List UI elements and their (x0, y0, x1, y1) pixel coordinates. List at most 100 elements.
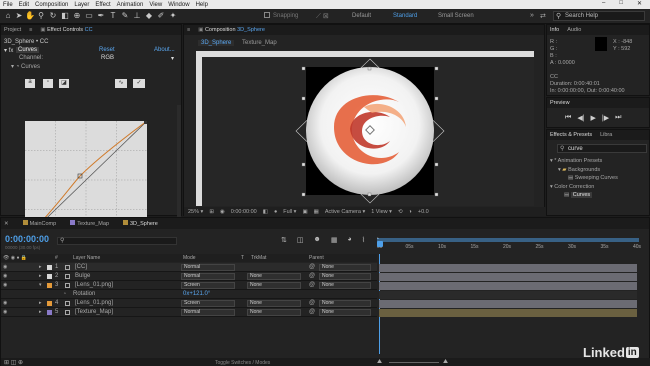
workspace-default[interactable]: Default (352, 13, 371, 19)
footer-toggle-icons[interactable]: ⊞ ◫ ⊕ (4, 359, 23, 366)
fast-preview-icon[interactable]: ⟲ (398, 209, 403, 215)
sphere-render[interactable] (294, 57, 446, 205)
visibility-eye-icon[interactable]: ◉ (3, 273, 7, 279)
composition-menu-icon[interactable]: ≡ (187, 27, 190, 33)
layer-row[interactable]: ◉ ▸ 1 [CC] Normal @ None (1, 263, 377, 272)
draft-3d-icon[interactable]: ◫ (297, 236, 304, 244)
tree-sweeping-curves[interactable]: ▤ Sweeping Curves (550, 174, 618, 183)
pen-tool-icon[interactable]: ✒ (96, 11, 106, 21)
shy-layers-icon[interactable]: ☻ (314, 236, 321, 244)
visibility-eye-icon[interactable]: ◉ (3, 309, 7, 315)
frame-blending-icon[interactable]: ▦ (331, 236, 338, 244)
play-icon[interactable]: ▶ (591, 114, 596, 122)
type-tool-icon[interactable]: T (108, 11, 118, 21)
menu-animation[interactable]: Animation (117, 2, 144, 8)
stopwatch-icon[interactable]: ◔ (63, 291, 66, 297)
label-color-chip[interactable] (47, 274, 52, 279)
workspace-standard[interactable]: Standard (393, 13, 417, 19)
camera-dropdown[interactable]: Active Camera ▾ (325, 209, 365, 215)
transparency-grid-icon[interactable]: ▦ (314, 209, 319, 215)
layer-name[interactable]: [Lens_01.png] (75, 282, 175, 289)
effect-reset-link[interactable]: Reset (99, 47, 115, 53)
layer-mode-dropdown[interactable]: Screen (181, 300, 235, 307)
tab-maincomp[interactable]: MainComp (22, 220, 56, 227)
tab-project[interactable]: Project (4, 27, 21, 33)
menu-view[interactable]: View (149, 2, 162, 8)
column-layer-name[interactable]: Layer Name (73, 255, 100, 261)
region-of-interest-icon[interactable]: ▣ (302, 209, 307, 215)
timeline-close-icon[interactable]: ✕ (4, 221, 9, 227)
layer-trkmat-dropdown[interactable]: None (247, 273, 301, 280)
layer-trkmat-dropdown[interactable]: None (247, 300, 301, 307)
zoom-out-icon[interactable]: ⛰ (377, 359, 382, 366)
menu-composition[interactable]: Composition (35, 2, 68, 8)
rectangle-tool-icon[interactable]: ▭ (84, 11, 94, 21)
timeline-zoom-slider[interactable] (389, 362, 439, 363)
color-channel-icon[interactable]: ● (274, 209, 277, 215)
composition-viewer[interactable] (196, 51, 534, 206)
workspace-menu-icon[interactable]: » (530, 12, 534, 19)
comp-subtab-3d-sphere[interactable]: 3D_Sphere (198, 40, 235, 46)
column-trkmat[interactable]: TrkMat (251, 255, 266, 261)
brush-tool-icon[interactable]: ✎ (120, 11, 130, 21)
eraser-tool-icon[interactable]: ◆ (144, 11, 154, 21)
minimize-icon[interactable]: – (602, 0, 605, 7)
puppet-tool-icon[interactable]: ✦ (168, 11, 178, 21)
grid-toggle-icon[interactable]: ⊞ (209, 209, 214, 215)
effects-search-field[interactable]: ⚲ curve (557, 144, 647, 153)
rotation-track[interactable] (379, 291, 637, 299)
views-dropdown[interactable]: 1 View ▾ (371, 209, 392, 215)
layer-mode-dropdown[interactable]: Normal (181, 273, 235, 280)
tab-composition[interactable]: ▣ Composition 3D_Sphere (198, 27, 265, 33)
current-time-readout[interactable]: 0:00:00:00 (231, 209, 257, 215)
label-color-chip[interactable] (47, 301, 52, 306)
magnification-dropdown[interactable]: 25% ▾ (188, 209, 203, 215)
effect-controls-scrollbar[interactable] (177, 105, 181, 235)
toggle-switches-modes[interactable]: Toggle Switches / Modes (215, 360, 270, 366)
tree-color-correction[interactable]: ▾ Color Correction (550, 183, 618, 192)
exposure-value[interactable]: +0.0 (418, 209, 429, 215)
tree-backgrounds[interactable]: ▾ ▰ Backgrounds (550, 166, 618, 175)
layer-row[interactable]: ◉ ▸ 5 [Texture_Map] Normal None @ None (1, 308, 377, 317)
zoom-tool-icon[interactable]: ⚲ (36, 11, 46, 21)
layer-parent-dropdown[interactable]: None (319, 309, 371, 316)
layer-parent-dropdown[interactable]: None (319, 300, 371, 307)
curves-channel-rgb-icon[interactable]: a (25, 79, 35, 88)
visibility-eye-icon[interactable]: ◉ (3, 300, 7, 306)
curves-property-row[interactable]: ▾ ◔ Curves (11, 63, 40, 70)
tab-3d-sphere[interactable]: 3D_Sphere (123, 220, 158, 227)
curves-size-large-icon[interactable]: ◪ (59, 79, 69, 88)
layer-parent-dropdown[interactable]: None (319, 282, 371, 289)
layer-name[interactable]: [Texture_Map] (75, 309, 175, 316)
layer-row[interactable]: ◉ ▸ 2 Bulge Normal None @ None (1, 272, 377, 281)
column-parent[interactable]: Parent (309, 255, 324, 261)
previous-frame-icon[interactable]: ◀| (577, 114, 584, 122)
resolution-dropdown[interactable]: Full ▾ (283, 209, 296, 215)
layer-duration-bar[interactable] (379, 300, 637, 308)
playhead-handle[interactable] (377, 241, 383, 247)
curves-pencil-tool-icon[interactable]: ✓ (133, 79, 145, 88)
tab-preview[interactable]: Preview (550, 100, 570, 106)
time-ruler[interactable]: 0s 05s 10s 15s 20s 25s 30s 35s 40s (377, 238, 641, 254)
visibility-eye-icon[interactable]: ◉ (3, 282, 7, 288)
parent-pickwhip-icon[interactable]: @ (309, 282, 315, 288)
layer-parent-dropdown[interactable]: None (319, 264, 371, 271)
menu-window[interactable]: Window (168, 2, 189, 8)
layer-mode-dropdown[interactable]: Screen (181, 282, 235, 289)
maximize-icon[interactable]: □ (619, 0, 623, 7)
tab-audio[interactable]: Audio (567, 27, 581, 33)
layer-duration-bar[interactable] (379, 282, 637, 290)
layer-duration-bar[interactable] (379, 273, 637, 281)
curves-bezier-tool-icon[interactable]: ∿ (115, 79, 127, 88)
last-frame-icon[interactable]: ⏭ (615, 114, 621, 122)
column-mode[interactable]: Mode (183, 255, 196, 261)
composition-mini-flowchart-icon[interactable]: ⇅ (281, 236, 287, 244)
tab-texture-map[interactable]: Texture_Map (70, 220, 109, 227)
tab-effects-presets[interactable]: Effects & Presets (550, 132, 592, 138)
help-search-input[interactable]: ⚲ Search Help (553, 11, 645, 21)
layer-name[interactable]: [Lens_01.png] (75, 300, 175, 307)
project-menu-icon[interactable]: ≡ (29, 27, 32, 33)
motion-blur-icon[interactable]: ◕ (348, 236, 352, 244)
layer-duration-bar[interactable] (379, 264, 637, 272)
parent-pickwhip-icon[interactable]: @ (309, 300, 315, 306)
